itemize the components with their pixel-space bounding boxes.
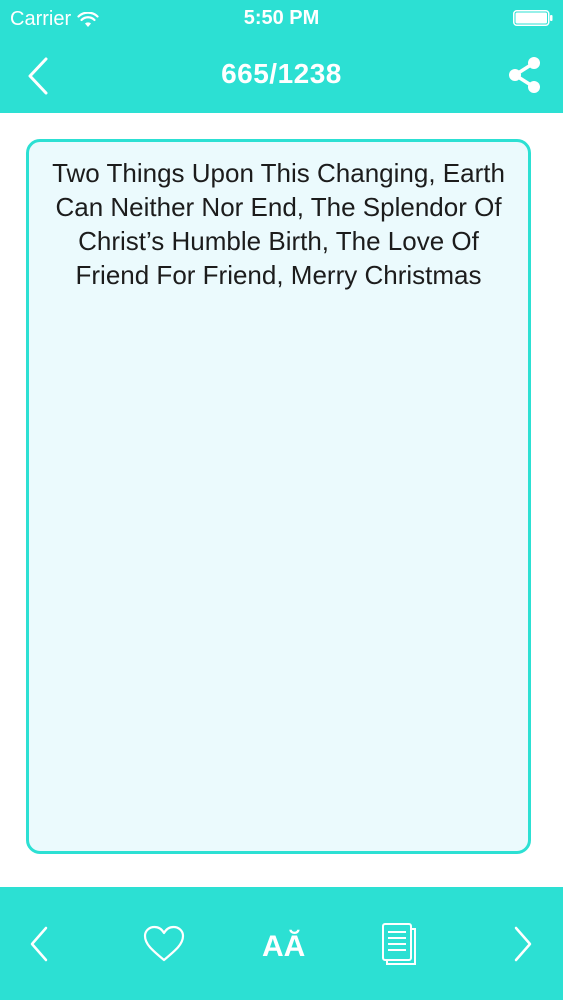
copy-button[interactable]: [375, 921, 421, 967]
copy-icon: [382, 923, 416, 965]
nav-bar: 665/1238: [0, 38, 563, 113]
chevron-left-icon: [30, 926, 48, 962]
status-bar: Carrier 5:50 PM: [0, 0, 563, 38]
previous-button[interactable]: [16, 921, 62, 967]
next-button[interactable]: [500, 921, 546, 967]
share-icon: [509, 57, 540, 93]
bottom-toolbar: AĂ: [0, 887, 563, 1000]
quote-text: Two Things Upon This Changing, Earth Can…: [52, 158, 505, 290]
chevron-right-icon: [514, 926, 532, 962]
status-time: 5:50 PM: [243, 7, 320, 29]
share-button[interactable]: [505, 55, 545, 95]
battery-icon: [513, 10, 553, 26]
font-size-icon: AĂ: [262, 929, 305, 963]
favorite-button[interactable]: [141, 921, 187, 967]
heart-icon: [143, 925, 185, 962]
quote-card: Two Things Upon This Changing, Earth Can…: [26, 139, 531, 854]
font-size-button[interactable]: AĂ: [259, 921, 305, 967]
page-title: 665/1238: [221, 58, 342, 89]
font-size-icon-label: AĂ: [262, 929, 305, 963]
